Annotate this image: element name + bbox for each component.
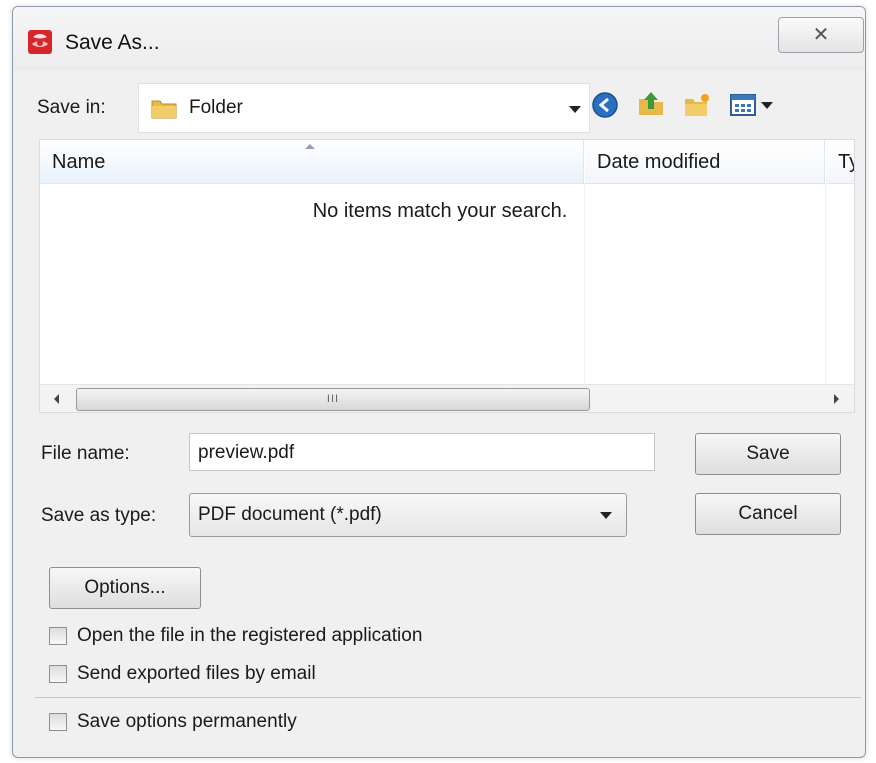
send-by-email-option[interactable]: Send exported files by email bbox=[49, 661, 409, 687]
save-options-permanently-label: Save options permanently bbox=[77, 711, 297, 732]
scrollbar-thumb[interactable]: III bbox=[76, 388, 590, 411]
folder-icon bbox=[151, 100, 177, 119]
scroll-left-icon[interactable] bbox=[54, 394, 59, 404]
send-by-email-label: Send exported files by email bbox=[77, 663, 316, 684]
separator bbox=[35, 697, 861, 698]
column-header-name-label: Name bbox=[52, 151, 106, 173]
save-in-label: Save in: bbox=[37, 97, 106, 118]
save-button[interactable]: Save bbox=[695, 433, 841, 475]
save-options-permanently-checkbox[interactable] bbox=[49, 713, 67, 731]
options-button[interactable]: Options... bbox=[49, 567, 201, 609]
close-button[interactable]: ✕ bbox=[778, 17, 864, 53]
window-title: Save As... bbox=[65, 31, 160, 54]
save-options-permanently-option[interactable]: Save options permanently bbox=[49, 709, 369, 735]
chevron-down-icon bbox=[569, 106, 581, 113]
title-bar[interactable]: Save As... ✕ bbox=[13, 7, 865, 71]
scroll-right-icon[interactable] bbox=[834, 394, 839, 404]
file-name-label: File name: bbox=[41, 443, 130, 464]
up-folder-icon[interactable] bbox=[637, 89, 665, 117]
column-header-date-modified[interactable]: Date modified bbox=[585, 140, 825, 184]
send-by-email-checkbox[interactable] bbox=[49, 665, 67, 683]
save-as-type-value: PDF document (*.pdf) bbox=[198, 504, 382, 525]
open-in-app-checkbox[interactable] bbox=[49, 627, 67, 645]
file-list[interactable]: Name Date modified Ty No items match you… bbox=[39, 139, 855, 413]
chevron-down-icon bbox=[761, 102, 773, 109]
new-folder-icon[interactable] bbox=[683, 91, 711, 119]
save-in-value: Folder bbox=[189, 97, 243, 118]
close-icon: ✕ bbox=[812, 24, 830, 46]
save-as-type-dropdown[interactable]: PDF document (*.pdf) bbox=[189, 493, 627, 537]
open-in-app-option[interactable]: Open the file in the registered applicat… bbox=[49, 623, 509, 649]
save-in-dropdown[interactable]: Folder bbox=[138, 83, 590, 133]
scrollbar-grip: III bbox=[326, 393, 340, 405]
open-in-app-label: Open the file in the registered applicat… bbox=[77, 625, 423, 646]
column-header-date-label: Date modified bbox=[597, 151, 721, 173]
column-header-type-label: Ty bbox=[838, 151, 854, 173]
horizontal-scrollbar[interactable]: III bbox=[40, 384, 854, 412]
empty-list-message: No items match your search. bbox=[312, 200, 568, 222]
column-header-type[interactable]: Ty bbox=[826, 140, 854, 184]
app-icon bbox=[28, 30, 52, 54]
save-as-dialog: Save As... ✕ Save in: Folder Name Date m… bbox=[12, 6, 866, 758]
save-as-type-label: Save as type: bbox=[41, 505, 157, 526]
column-header-name[interactable]: Name bbox=[40, 140, 584, 184]
view-menu-icon bbox=[730, 94, 756, 116]
cancel-button[interactable]: Cancel bbox=[695, 493, 841, 535]
file-name-input[interactable]: preview.pdf bbox=[189, 433, 655, 471]
sort-ascending-icon bbox=[305, 144, 315, 149]
view-menu-button[interactable] bbox=[729, 91, 779, 119]
back-icon[interactable] bbox=[591, 91, 619, 119]
chevron-down-icon bbox=[600, 512, 612, 519]
